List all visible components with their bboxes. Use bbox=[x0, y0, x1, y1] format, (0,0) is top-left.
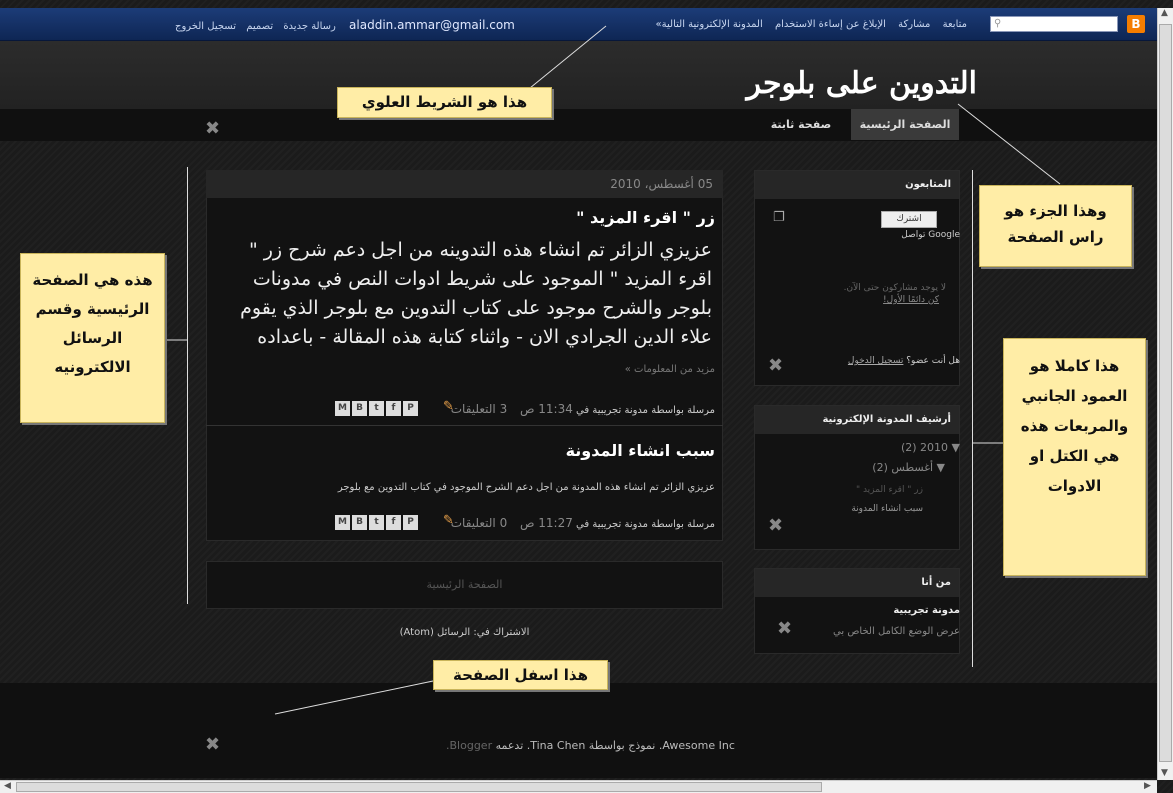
share-buttons: MBtfP bbox=[335, 514, 421, 530]
next-blog-link[interactable]: المدونة الإلكترونية التالية» bbox=[656, 19, 763, 30]
report-abuse-link[interactable]: الإبلاغ عن إساءة الاستخدام bbox=[775, 19, 886, 30]
post-date: 05 أغسطس، 2010 bbox=[610, 177, 713, 191]
member-prompt: هل أنت عضو؟ bbox=[906, 356, 960, 366]
expand-toggle-icon[interactable]: ▼ bbox=[937, 461, 945, 474]
widget-title: أرشيف المدونة الإلكترونية bbox=[755, 406, 959, 434]
blogthis-share-icon[interactable]: B bbox=[352, 401, 367, 416]
design-link[interactable]: تصميم bbox=[246, 21, 273, 32]
buzz-share-icon[interactable]: P bbox=[403, 401, 418, 416]
share-buttons: MBtfP bbox=[335, 400, 421, 416]
sign-in-link[interactable]: تسجيل الدخول bbox=[848, 356, 903, 366]
topbar-callout: هذا هو الشريط العلوي bbox=[337, 87, 552, 118]
follow-link[interactable]: متابعة bbox=[943, 19, 967, 30]
main-bracket-line bbox=[187, 167, 188, 604]
widget-title: من أنا bbox=[755, 569, 959, 597]
post-title[interactable]: سبب انشاء المدونة bbox=[566, 441, 715, 460]
view-profile-link[interactable]: عرض الوضع الكامل الخاص بي bbox=[833, 626, 960, 637]
twitter-share-icon[interactable]: t bbox=[369, 515, 384, 530]
scroll-left-icon[interactable]: ◀ bbox=[4, 781, 11, 791]
blogger-link[interactable]: Blogger. bbox=[446, 739, 492, 752]
page-footer bbox=[0, 683, 1157, 778]
sign-out-link[interactable]: تسجيل الخروج bbox=[175, 21, 236, 32]
scroll-down-icon[interactable]: ▼ bbox=[1161, 768, 1168, 778]
edit-widget-icon[interactable]: ✖ bbox=[768, 357, 783, 375]
sidebar-callout: هذا كاملا هو العمود الجانبي والمربعات هذ… bbox=[1003, 338, 1146, 576]
archive-year[interactable]: ▼ 2010 (2) bbox=[901, 441, 960, 454]
edit-footer-icon[interactable]: ✖ bbox=[205, 736, 220, 754]
post-date-header: 05 أغسطس، 2010 bbox=[206, 170, 723, 198]
blog-title[interactable]: التدوين على بلوجر bbox=[746, 66, 977, 101]
blog-header bbox=[0, 41, 1157, 109]
post-footer: مرسلة بواسطة مدونة تجريبية في 11:27 ص 0 … bbox=[451, 516, 715, 530]
profile-name[interactable]: مدونة تجريبية bbox=[893, 605, 960, 616]
posted-by: مرسلة بواسطة مدونة تجريبية في bbox=[576, 405, 715, 416]
be-first-link[interactable]: كن دائمًا الأول! bbox=[883, 295, 939, 305]
blogthis-share-icon[interactable]: B bbox=[352, 515, 367, 530]
template-credit: Awesome Inc. نموذج بواسطة bbox=[588, 739, 735, 752]
post-title[interactable]: زر " اقرء المزيد " bbox=[576, 208, 715, 227]
tab-home[interactable]: الصفحة الرئيسية bbox=[851, 109, 959, 140]
widget-title: المتابعون bbox=[755, 171, 959, 199]
vertical-scrollbar-thumb[interactable] bbox=[1159, 24, 1172, 762]
comments-link[interactable]: 3 التعليقات bbox=[451, 402, 507, 416]
main-callout: هذه هي الصفحة الرئيسية وقسم الرسائل الال… bbox=[20, 253, 165, 423]
no-followers-text: لا يوجد مشاركون حتى الآن. bbox=[843, 283, 946, 293]
archive-post-link[interactable]: زر " اقرء المزيد " bbox=[856, 485, 923, 495]
follow-button[interactable]: اشترك bbox=[881, 211, 937, 228]
followers-widget: المتابعون bbox=[754, 170, 960, 386]
home-page-link[interactable]: الصفحة الرئيسية bbox=[206, 561, 723, 609]
scroll-up-icon[interactable]: ▲ bbox=[1161, 8, 1168, 18]
horizontal-scrollbar[interactable]: ◀ ▶ bbox=[0, 780, 1157, 793]
post-body: عزيزي الزائر تم انشاء هذه المدونة من اجل… bbox=[337, 482, 715, 493]
post-time-link[interactable]: 11:27 ص bbox=[520, 516, 573, 530]
powered-by: . تدعمه bbox=[495, 739, 531, 752]
new-post-link[interactable]: رسالة جديدة bbox=[283, 21, 336, 32]
edit-tools-icon[interactable]: ✖ bbox=[205, 120, 220, 138]
edit-post-pencil-icon[interactable]: ✎ bbox=[443, 399, 454, 414]
email-share-icon[interactable]: M bbox=[335, 515, 350, 530]
post-body: عزيزي الزائر تم انشاء هذه التدوينه من اج… bbox=[240, 239, 712, 348]
member-sign-in: هل أنت عضو؟ تسجيل الدخول bbox=[848, 356, 960, 366]
post-separator bbox=[206, 425, 723, 426]
buzz-share-icon[interactable]: P bbox=[403, 515, 418, 530]
edit-widget-icon[interactable]: ✖ bbox=[768, 517, 783, 535]
expand-toggle-icon[interactable]: ▼ bbox=[952, 441, 960, 454]
blog-archive-widget: أرشيف المدونة الإلكترونية bbox=[754, 405, 960, 550]
subscribe-atom-link[interactable]: الاشتراك في: الرسائل (Atom) bbox=[206, 627, 723, 638]
horizontal-scrollbar-thumb[interactable] bbox=[16, 782, 822, 792]
blogger-logo-icon[interactable]: B bbox=[1127, 15, 1145, 33]
navbar-links: متابعة مشاركة الإبلاغ عن إساءة الاستخدام… bbox=[647, 19, 967, 30]
edit-post-pencil-icon[interactable]: ✎ bbox=[443, 513, 454, 528]
author-link[interactable]: Tina Chen bbox=[530, 739, 585, 752]
user-email: aladdin.ammar@gmail.com bbox=[349, 18, 515, 32]
vertical-scrollbar[interactable]: ▲ ▼ bbox=[1157, 8, 1173, 780]
search-icon: ⚲ bbox=[994, 18, 1002, 29]
footer-callout: هذا اسفل الصفحة bbox=[433, 660, 608, 690]
post-footer: مرسلة بواسطة مدونة تجريبية في 11:34 ص 3 … bbox=[451, 402, 715, 416]
footer-credit: Awesome Inc. نموذج بواسطة Tina Chen. تدع… bbox=[446, 739, 735, 752]
twitter-share-icon[interactable]: t bbox=[369, 401, 384, 416]
sidebar-bracket-line bbox=[972, 170, 973, 667]
navbar-user-links: aladdin.ammar@gmail.com رسالة جديدة تصمي… bbox=[168, 18, 515, 32]
facebook-share-icon[interactable]: f bbox=[386, 515, 401, 530]
browser-viewport: B ⚲ متابعة مشاركة الإبلاغ عن إساءة الاست… bbox=[0, 0, 1173, 793]
post-time-link[interactable]: 11:34 ص bbox=[520, 402, 573, 416]
scroll-right-icon[interactable]: ▶ bbox=[1144, 781, 1151, 791]
email-share-icon[interactable]: M bbox=[335, 401, 350, 416]
blogger-navbar: B ⚲ متابعة مشاركة الإبلاغ عن إساءة الاست… bbox=[0, 8, 1157, 41]
share-link[interactable]: مشاركة bbox=[898, 19, 930, 30]
navbar-search-input[interactable]: ⚲ bbox=[990, 16, 1118, 32]
edit-widget-icon[interactable]: ✖ bbox=[777, 620, 792, 638]
tab-static-page[interactable]: صفحة ثابتة bbox=[766, 109, 836, 140]
archive-month[interactable]: ▼ أغسطس (2) bbox=[872, 461, 945, 474]
header-callout: وهذا الجزء هو راس الصفحة bbox=[979, 185, 1132, 267]
page-tabs-bar bbox=[0, 109, 1157, 141]
read-more-link[interactable]: مزيد من المعلومات » bbox=[625, 364, 715, 375]
facebook-share-icon[interactable]: f bbox=[386, 401, 401, 416]
comments-link[interactable]: 0 التعليقات bbox=[451, 516, 507, 530]
archive-post-link[interactable]: سبب انشاء المدونة bbox=[851, 504, 923, 514]
expand-icon[interactable]: ❐ bbox=[773, 210, 785, 225]
posted-by: مرسلة بواسطة مدونة تجريبية في bbox=[576, 519, 715, 530]
google-connect: Google تواصل bbox=[901, 230, 960, 240]
